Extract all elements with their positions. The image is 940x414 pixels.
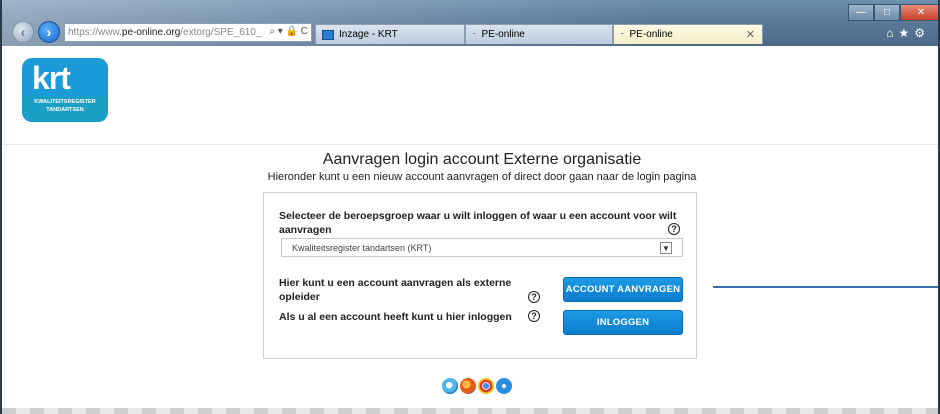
tab-pe-online-active[interactable]: ⁃ PE-online ✕	[613, 24, 763, 44]
firefox-icon	[460, 378, 476, 394]
address-bar[interactable]: https://www. pe-online.org/extorg/SPE_610…	[64, 23, 312, 42]
back-button[interactable]: ‹	[12, 21, 34, 43]
supported-browsers	[442, 378, 512, 394]
tab-label: PE-online	[481, 29, 525, 40]
page-icon: ⁃	[472, 29, 477, 39]
url-protocol: https://www.	[68, 27, 122, 38]
page-icon: ⁃	[620, 29, 625, 39]
browser-window: ‹ › https://www. pe-online.org/extorg/SPE…	[0, 0, 940, 414]
tab-inzage-krt[interactable]: Inzage - KRT	[315, 24, 465, 44]
help-icon[interactable]: ?	[528, 291, 540, 303]
page-subtitle: Hieronder kunt u een nieuw account aanvr…	[267, 171, 697, 183]
window-controls: — □ ✕	[848, 4, 938, 21]
url-domain: pe-online.org	[121, 27, 181, 38]
krt-logo: krt KWALITEITSREGISTER TANDARTSEN	[22, 58, 108, 122]
close-tab-icon[interactable]: ✕	[746, 28, 755, 41]
page-content: krt KWALITEITSREGISTER TANDARTSEN Aanvra…	[2, 46, 938, 414]
login-card: Selecteer de beroepsgroep waar u wilt in…	[263, 192, 697, 359]
help-icon[interactable]: ?	[528, 310, 540, 322]
page-icon	[322, 29, 334, 40]
chrome-icon	[478, 378, 494, 394]
maximize-button[interactable]: □	[874, 4, 900, 21]
address-tools[interactable]: ⌕ ▾ 🔒 C	[269, 26, 308, 37]
tab-label: PE-online	[629, 29, 673, 40]
bottom-strip	[2, 408, 938, 414]
request-account-button[interactable]: ACCOUNT AANVRAGEN	[563, 277, 683, 302]
login-text: Als u al een account heeft kunt u hier i…	[279, 311, 512, 323]
minimize-button[interactable]: —	[848, 4, 874, 21]
group-select[interactable]: Kwaliteitsregister tandartsen (KRT) ▼	[281, 238, 683, 257]
request-account-text: Hier kunt u een account aanvragen als ex…	[279, 277, 512, 303]
tab-pe-online[interactable]: ⁃ PE-online	[465, 24, 613, 44]
help-icon[interactable]: ?	[668, 223, 680, 235]
annotation-line	[713, 286, 938, 288]
login-button[interactable]: INLOGGEN	[563, 310, 683, 335]
group-question: Selecteer de beroepsgroep waar u wilt in…	[279, 210, 677, 236]
forward-button[interactable]: ›	[38, 21, 60, 43]
home-favorites-settings-icons[interactable]: ⌂★⚙	[886, 26, 930, 40]
tab-label: Inzage - KRT	[339, 29, 398, 40]
internet-explorer-icon	[442, 378, 458, 394]
page-title: Aanvragen login account Externe organisa…	[322, 151, 642, 168]
url-path: /extorg/SPE_610_	[180, 27, 262, 38]
chevron-down-icon[interactable]: ▼	[660, 242, 672, 254]
safari-icon	[496, 378, 512, 394]
close-button[interactable]: ✕	[900, 4, 938, 21]
header-divider	[2, 144, 938, 145]
group-select-value: Kwaliteitsregister tandartsen (KRT)	[292, 242, 432, 253]
